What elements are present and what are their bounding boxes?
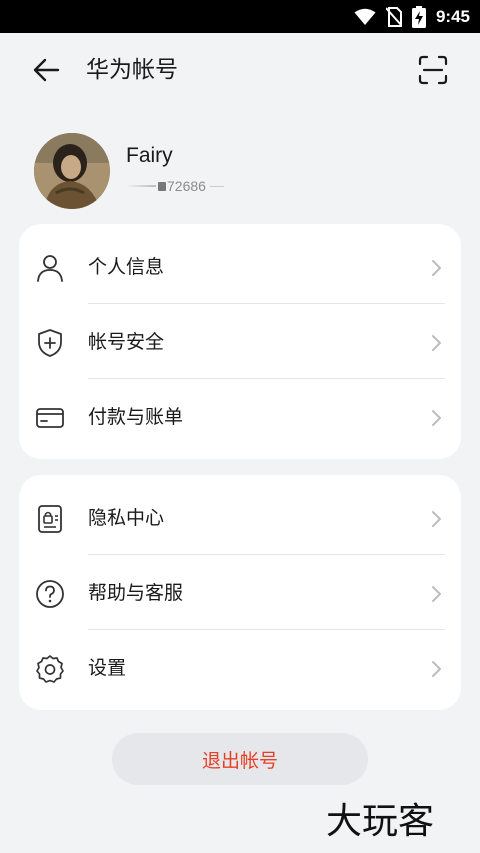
chevron-right-icon bbox=[432, 410, 441, 426]
arrow-left-icon bbox=[33, 58, 60, 82]
id-mask-tail bbox=[209, 185, 224, 187]
menu-item-settings[interactable]: 设置 bbox=[19, 630, 461, 705]
chevron-right-icon bbox=[432, 511, 441, 527]
menu-item-help-support[interactable]: 帮助与客服 bbox=[19, 555, 461, 630]
gear-icon bbox=[36, 655, 64, 683]
id-mask-block bbox=[158, 181, 166, 191]
person-icon bbox=[37, 255, 63, 282]
menu-item-label: 设置 bbox=[88, 657, 127, 679]
menu-item-account-security[interactable]: 帐号安全 bbox=[19, 304, 461, 379]
menu-item-label: 隐私中心 bbox=[88, 507, 165, 529]
chevron-right-icon bbox=[432, 335, 441, 351]
id-mask bbox=[126, 185, 156, 187]
page-title: 华为帐号 bbox=[86, 57, 178, 83]
card-icon bbox=[36, 408, 64, 428]
menu-item-label: 帐号安全 bbox=[88, 331, 165, 353]
status-icons: 9:45 bbox=[354, 0, 470, 33]
logout-label: 退出帐号 bbox=[201, 749, 278, 772]
scan-icon bbox=[418, 55, 448, 85]
help-icon bbox=[36, 580, 64, 608]
chevron-right-icon bbox=[432, 586, 441, 602]
chevron-right-icon bbox=[432, 260, 441, 276]
avatar-image bbox=[34, 133, 110, 209]
menu-item-payment-billing[interactable]: 付款与账单 bbox=[19, 379, 461, 454]
scan-button[interactable] bbox=[416, 53, 450, 87]
back-button[interactable] bbox=[30, 53, 64, 87]
battery-charging-icon bbox=[411, 5, 426, 28]
privacy-icon bbox=[38, 505, 62, 533]
avatar[interactable] bbox=[34, 133, 110, 209]
menu-item-label: 帮助与客服 bbox=[88, 582, 184, 604]
profile-id: 72686 bbox=[126, 178, 224, 194]
profile-id-text: 72686 bbox=[167, 178, 206, 194]
menu-item-privacy-center[interactable]: 隐私中心 bbox=[19, 480, 461, 555]
menu-item-personal-info[interactable]: 个人信息 bbox=[19, 229, 461, 304]
profile-section: Fairy 72686 bbox=[0, 128, 480, 218]
shield-plus-icon bbox=[38, 329, 62, 357]
no-sim-icon bbox=[385, 6, 402, 27]
watermark: 大玩客 bbox=[326, 801, 435, 842]
chevron-right-icon bbox=[432, 661, 441, 677]
profile-name: Fairy bbox=[126, 144, 173, 167]
status-time: 9:45 bbox=[435, 6, 470, 26]
menu-item-label: 付款与账单 bbox=[88, 406, 184, 428]
account-settings-card: 个人信息 帐号安全 付款与账单 bbox=[19, 224, 461, 459]
logout-button[interactable]: 退出帐号 bbox=[112, 733, 368, 785]
menu-item-label: 个人信息 bbox=[88, 256, 165, 278]
wifi-icon bbox=[354, 8, 376, 25]
title-bar: 华为帐号 bbox=[0, 33, 480, 105]
status-bar: 9:45 bbox=[0, 0, 480, 33]
support-settings-card: 隐私中心 帮助与客服 设置 bbox=[19, 475, 461, 710]
